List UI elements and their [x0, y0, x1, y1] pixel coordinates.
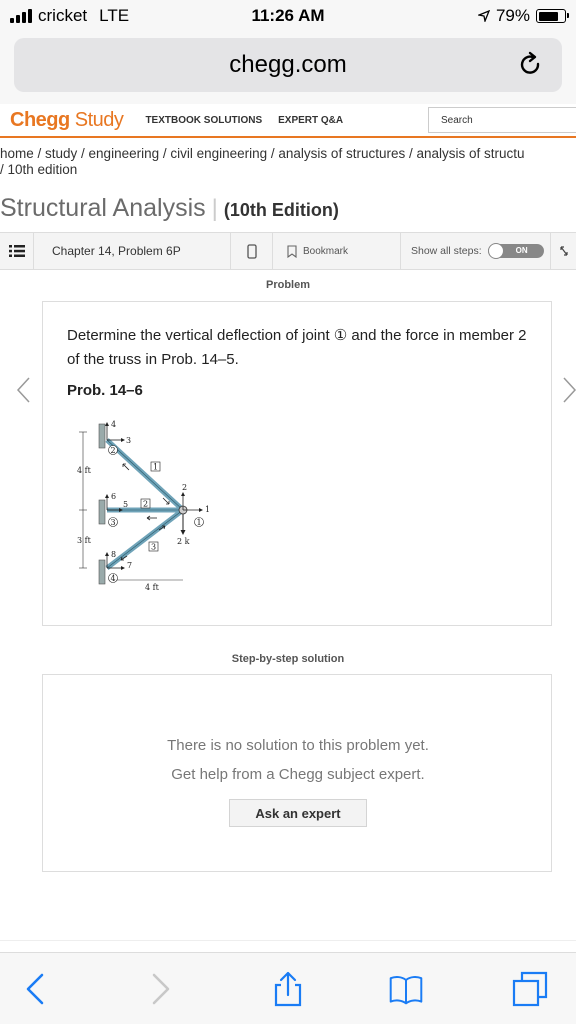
problem-heading: Problem: [265, 279, 310, 291]
dof-3: 3: [126, 436, 131, 445]
truss-figure: 4 ft 3 ft 4 ft 4 3 6 5 8 7 2 1 2 k 1 2 3…: [77, 420, 210, 592]
battery-icon: [536, 9, 569, 23]
chegg-logo[interactable]: Chegg Study: [10, 108, 124, 132]
search-input[interactable]: Search: [428, 107, 576, 133]
dim-4ft-vertical: 4 ft: [77, 466, 92, 475]
nav-expert-qa[interactable]: EXPERT Q&A: [278, 115, 343, 126]
toggle-knob: [487, 243, 504, 259]
back-icon[interactable]: [18, 971, 54, 1007]
dim-4ft-horizontal: 4 ft: [145, 583, 160, 592]
site-header: Chegg Study TEXTBOOK SOLUTIONS EXPERT Q&…: [0, 104, 576, 138]
get-help-text: Get help from a Chegg subject expert.: [171, 766, 425, 783]
mobile-icon[interactable]: [230, 233, 272, 269]
url-text: chegg.com: [229, 51, 347, 78]
toggle-label: ON: [515, 246, 528, 255]
reload-icon[interactable]: [516, 50, 546, 80]
share-icon[interactable]: [270, 971, 306, 1007]
title-separator: |: [211, 195, 218, 222]
problem-text: Determine the vertical deflection of joi…: [67, 327, 527, 368]
dof-7: 7: [127, 561, 132, 570]
signal-icon: [10, 9, 32, 23]
ask-an-expert-button[interactable]: Ask an expert: [229, 799, 367, 827]
dim-3ft: 3 ft: [77, 536, 92, 545]
status-left: cricket LTE: [10, 6, 210, 26]
problem-figure-label: Prob. 14–6: [67, 382, 143, 399]
show-steps-label: Show all steps:: [411, 245, 482, 257]
tabs-icon[interactable]: [512, 971, 548, 1007]
status-bar: cricket LTE 11:26 AM 79%: [0, 0, 576, 32]
no-solution-text: There is no solution to this problem yet…: [167, 737, 429, 754]
breadcrumb[interactable]: home / study / engineering / civil engin…: [0, 146, 576, 178]
battery-percent: 79%: [495, 6, 530, 25]
dof-5: 5: [123, 500, 128, 509]
dof-8: 8: [111, 550, 116, 559]
status-right: 79%: [477, 6, 569, 26]
dof-2: 2: [182, 483, 187, 492]
problem-panel: Determine the vertical deflection of joi…: [42, 301, 552, 626]
solution-heading: Step-by-step solution: [231, 653, 345, 665]
bookmarks-icon[interactable]: [388, 971, 424, 1007]
bookmark-icon: [287, 244, 297, 258]
dof-6: 6: [111, 492, 116, 501]
book-title-main: Structural Analysis: [0, 194, 206, 222]
dof-4: 4: [111, 420, 116, 429]
bookmark-button[interactable]: Bookmark: [272, 233, 400, 269]
next-arrow-icon[interactable]: [560, 376, 576, 404]
browser-toolbar: [0, 952, 576, 1024]
problem-toolbar: Chapter 14, Problem 6P Bookmark Show all…: [0, 232, 576, 270]
member-3-label: 3: [151, 543, 156, 552]
content-divider: [0, 940, 576, 941]
logo-study: Study: [74, 108, 124, 131]
joint-2-label: 2: [111, 446, 116, 455]
book-title: Structural Analysis | (10th Edition): [0, 194, 339, 223]
chapter-problem-label[interactable]: Chapter 14, Problem 6P: [34, 244, 230, 258]
dof-1: 1: [205, 505, 210, 514]
joint-4-label: 4: [111, 574, 116, 583]
joint-1-label: 1: [197, 518, 202, 527]
show-steps-control: Show all steps: ON: [400, 233, 550, 269]
load-label: 2 k: [177, 537, 190, 546]
browser-chrome: chegg.com: [0, 32, 576, 104]
expand-icon[interactable]: [550, 233, 576, 269]
location-arrow-icon: [477, 10, 490, 22]
logo-chegg: Chegg: [10, 108, 70, 131]
nav-textbook-solutions[interactable]: TEXTBOOK SOLUTIONS: [145, 115, 262, 126]
list-icon[interactable]: [0, 233, 34, 269]
previous-arrow-icon[interactable]: [14, 376, 34, 404]
carrier-label: cricket: [38, 6, 88, 25]
address-bar[interactable]: chegg.com: [14, 38, 562, 92]
breadcrumb-line-2[interactable]: / 10th edition: [0, 162, 576, 178]
forward-icon[interactable]: [142, 971, 178, 1007]
solution-panel: There is no solution to this problem yet…: [42, 674, 552, 872]
joint-3-label: 3: [111, 518, 116, 527]
member-1-label: 1: [153, 463, 158, 472]
show-steps-toggle[interactable]: ON: [487, 243, 544, 259]
breadcrumb-line-1[interactable]: home / study / engineering / civil engin…: [0, 146, 576, 162]
bookmark-label: Bookmark: [303, 245, 349, 257]
member-2-label: 2: [143, 500, 148, 509]
book-edition: (10th Edition): [223, 200, 339, 220]
network-label: LTE: [99, 6, 130, 25]
